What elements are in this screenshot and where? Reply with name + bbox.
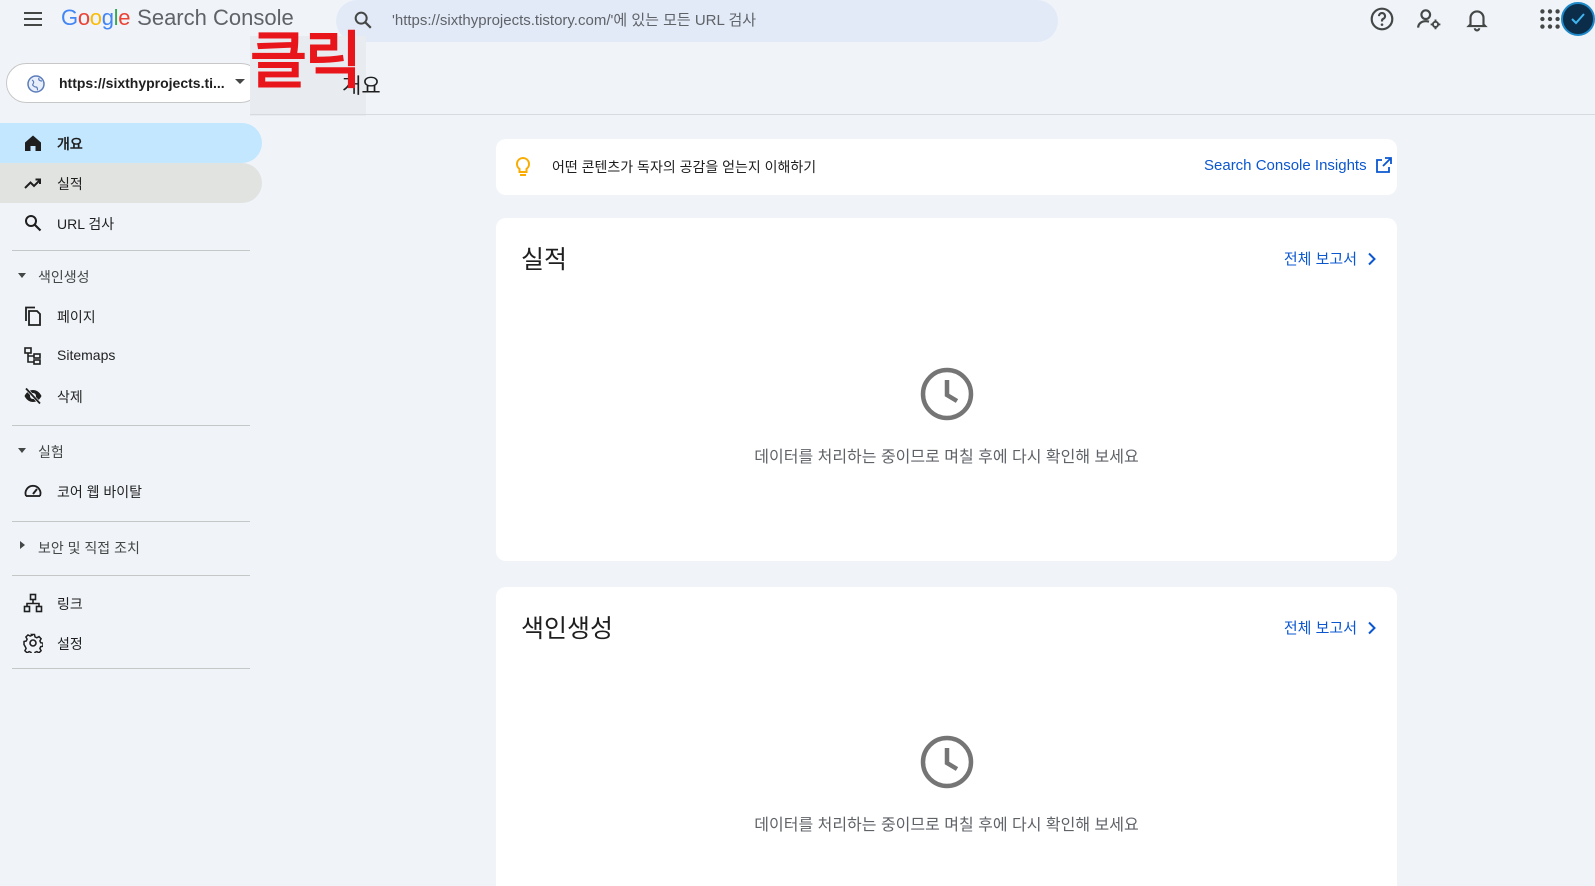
insights-link-label: Search Console Insights xyxy=(1204,156,1367,174)
sidebar-item-label: 개요 xyxy=(57,136,83,152)
sidebar-item-url-inspection[interactable]: URL 검사 xyxy=(0,203,262,243)
sidebar-item-label: Sitemaps xyxy=(57,347,116,363)
home-icon xyxy=(25,135,41,151)
globe-icon xyxy=(27,75,45,93)
sidebar-item-performance[interactable]: 실적 xyxy=(0,163,262,203)
indexing-card: 색인생성 전체 보고서 데이터를 처리하는 중이므로 며칠 후에 다시 확인해 … xyxy=(496,587,1397,886)
trending-up-icon xyxy=(24,178,41,189)
apps-grid-icon[interactable] xyxy=(1537,6,1563,32)
property-url: https://sixthyprojects.ti... xyxy=(59,75,225,91)
full-report-link[interactable]: 전체 보고서 xyxy=(1284,617,1377,638)
chevron-down-icon xyxy=(235,79,245,84)
click-annotation: 클릭 xyxy=(250,24,362,97)
sidebar-item-label: 설정 xyxy=(57,636,83,652)
property-selector[interactable]: https://sixthyprojects.ti... xyxy=(6,63,261,103)
help-icon[interactable] xyxy=(1369,6,1395,32)
sidebar-item-label: 코어 웹 바이탈 xyxy=(57,484,143,500)
top-app-bar: Google Search Console xyxy=(0,0,1595,42)
caret-down-icon xyxy=(18,448,26,453)
pages-icon xyxy=(25,306,41,326)
chevron-right-icon xyxy=(1368,621,1376,634)
avatar-logo-icon xyxy=(1571,13,1585,25)
caret-right-icon xyxy=(20,541,25,549)
sidebar-item-core-web-vitals[interactable]: 코어 웹 바이탈 xyxy=(0,471,262,511)
sidebar-item-links[interactable]: 링크 xyxy=(0,583,262,623)
full-report-label: 전체 보고서 xyxy=(1283,620,1357,637)
sidebar-item-overview[interactable]: 개요 xyxy=(0,123,262,163)
processing-message: 데이터를 처리하는 중이므로 며칠 후에 다시 확인해 보세요 xyxy=(754,817,1139,834)
search-console-insights-link[interactable]: Search Console Insights xyxy=(1204,156,1393,174)
caret-down-icon xyxy=(18,273,26,278)
performance-card: 실적 전체 보고서 데이터를 처리하는 중이므로 며칠 후에 다시 확인해 보세… xyxy=(496,218,1397,561)
sidebar-item-label: 링크 xyxy=(57,596,83,612)
insights-banner: 어떤 콘텐츠가 독자의 공감을 얻는지 이해하기 Search Console … xyxy=(496,139,1397,195)
sitemap-icon xyxy=(24,347,41,365)
card-title: 실적 xyxy=(521,246,568,274)
google-wordmark: Google xyxy=(61,5,131,30)
open-in-new-icon xyxy=(1375,157,1392,173)
insights-text: 어떤 콘텐츠가 독자의 공감을 얻는지 이해하기 xyxy=(552,159,817,175)
menu-icon[interactable] xyxy=(21,7,45,31)
card-title: 색인생성 xyxy=(521,615,614,643)
sidebar-item-label: 실적 xyxy=(57,176,83,192)
sidebar-divider xyxy=(12,668,250,669)
sidebar-section-indexing[interactable]: 색인생성 xyxy=(0,260,250,292)
url-inspection-search[interactable] xyxy=(336,0,1058,42)
full-report-label: 전체 보고서 xyxy=(1283,251,1357,268)
notifications-icon[interactable] xyxy=(1464,6,1490,32)
sidebar-item-settings[interactable]: 설정 xyxy=(0,623,262,663)
sidebar-divider xyxy=(12,575,250,576)
processing-message: 데이터를 처리하는 중이므로 며칠 후에 다시 확인해 보세요 xyxy=(754,449,1139,466)
search-input[interactable] xyxy=(392,8,1032,32)
section-label: 색인생성 xyxy=(38,269,90,285)
chevron-right-icon xyxy=(1368,252,1376,265)
visibility-off-icon xyxy=(24,387,42,405)
sidebar-section-security[interactable]: 보안 및 직접 조치 xyxy=(0,531,250,563)
section-label: 보안 및 직접 조치 xyxy=(38,540,140,556)
sidebar-item-removals[interactable]: 삭제 xyxy=(0,376,262,416)
sidebar-item-label: 삭제 xyxy=(57,389,83,405)
sidebar-item-pages[interactable]: 페이지 xyxy=(0,296,262,336)
speed-icon xyxy=(24,484,42,497)
full-report-link[interactable]: 전체 보고서 xyxy=(1284,248,1377,269)
sidebar-item-sitemaps[interactable]: Sitemaps xyxy=(0,336,262,376)
sidebar-item-label: 페이지 xyxy=(57,309,96,325)
clock-icon xyxy=(920,367,974,421)
clock-icon xyxy=(920,735,974,789)
sidebar-divider xyxy=(12,521,250,522)
links-icon xyxy=(23,593,43,613)
header-divider xyxy=(250,114,1595,115)
sidebar-item-label: URL 검사 xyxy=(57,216,115,232)
sidebar-divider xyxy=(12,250,250,251)
lightbulb-icon xyxy=(515,156,531,176)
settings-icon xyxy=(23,633,43,653)
sidebar-divider xyxy=(12,425,250,426)
manage-users-icon[interactable] xyxy=(1416,6,1442,32)
sidebar-section-experience[interactable]: 실험 xyxy=(0,435,250,467)
search-icon xyxy=(25,215,42,232)
section-label: 실험 xyxy=(38,444,64,460)
avatar[interactable] xyxy=(1561,2,1595,36)
